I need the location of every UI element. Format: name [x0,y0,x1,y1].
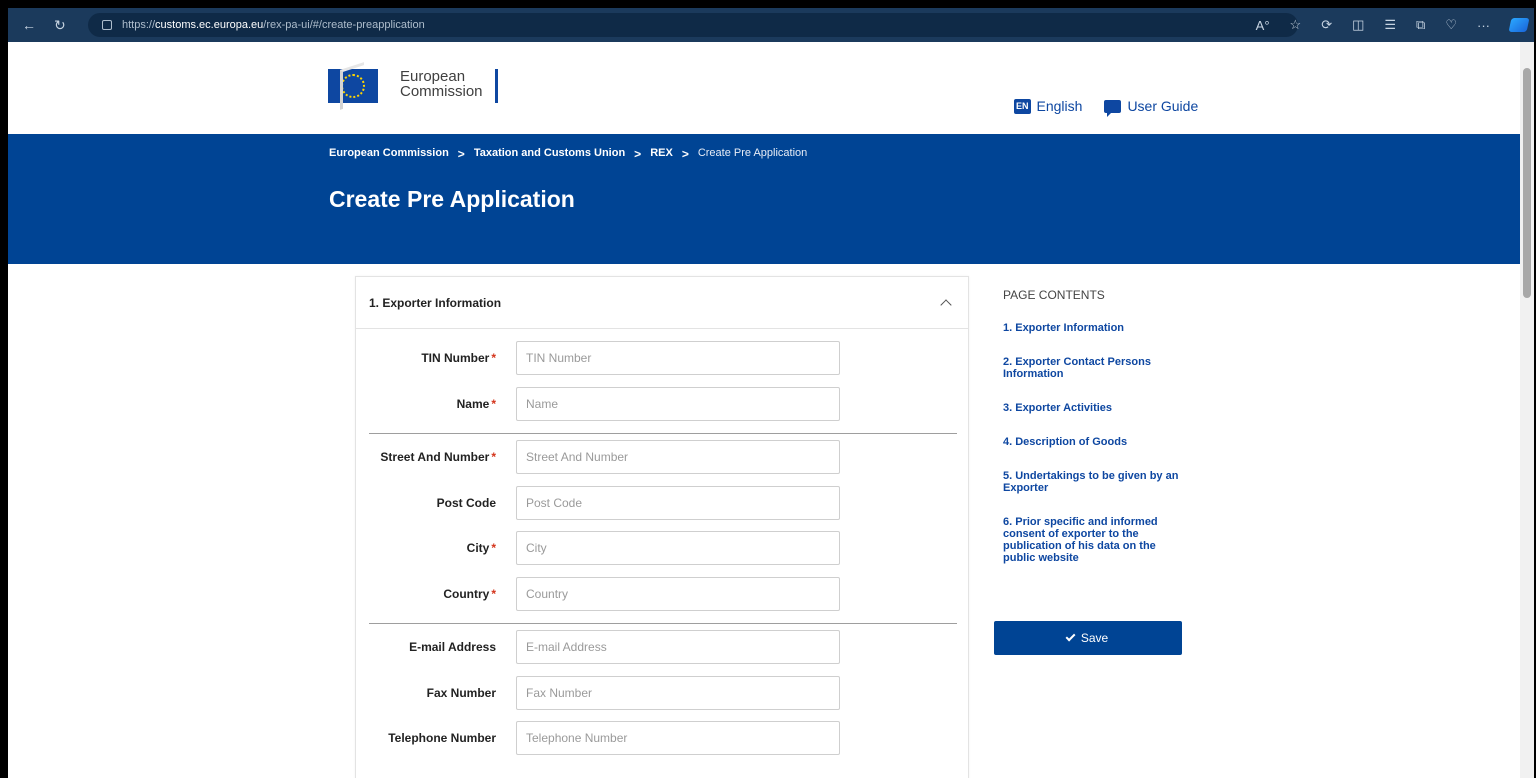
url-domain: customs.ec.europa.eu [155,19,264,31]
fax-number-input[interactable] [516,676,840,710]
page-contents-heading: PAGE CONTENTS [1003,288,1105,302]
refresh-icon[interactable]: ↻ [54,8,66,42]
browser-window: ← ↻ https://customs.ec.europa.eu/rex-pa-… [8,8,1534,778]
back-icon[interactable]: ← [22,8,36,42]
form-row-email: E-mail Address [356,630,970,664]
copilot-icon[interactable] [1508,18,1530,32]
divider [369,433,957,434]
field-label: Name * [456,397,496,411]
language-icon: EN [1014,98,1031,114]
form-row-fax: Fax Number [356,676,970,710]
extensions-icon[interactable]: ⟳ [1321,17,1332,33]
page-contents-link[interactable]: 1. Exporter Information [1003,322,1188,334]
url-path: /rex-pa-ui/#/create-preapplication [263,19,425,31]
form-row-city: City * [356,531,970,565]
collections-icon[interactable]: ⧉ [1416,17,1425,33]
chevron-up-icon[interactable] [940,299,952,311]
page-contents-link[interactable]: 6. Prior specific and informed consent o… [1003,516,1188,564]
user-guide-link[interactable]: User Guide [1104,98,1199,117]
post-code-input[interactable] [516,486,840,520]
vertical-scrollbar[interactable] [1520,42,1534,778]
breadcrumb: European Commission > Taxation and Custo… [329,147,808,161]
email-address-input[interactable] [516,630,840,664]
exporter-information-section: 1. Exporter Information TIN Number* Name… [355,276,969,778]
field-label: E-mail Address [409,640,496,654]
divider [369,623,957,624]
page-title: Create Pre Application [329,186,575,212]
language-selector[interactable]: EN English [1014,98,1082,114]
breadcrumb-current: Create Pre Application [697,147,808,159]
favorite-star-icon[interactable]: ☆ [1290,17,1302,33]
section-title: 1. Exporter Information [369,295,502,310]
form-row-tin: TIN Number * [356,341,970,375]
split-screen-icon[interactable]: ◫ [1352,17,1364,33]
scrollbar-thumb[interactable] [1523,68,1531,298]
field-label: Telephone Number [388,731,496,745]
more-menu-icon[interactable]: ··· [1477,18,1490,33]
field-label: Street And Number * [380,450,496,464]
url-prefix: https:// [122,19,156,31]
language-label: English [1036,98,1083,114]
country-input[interactable] [516,577,840,611]
ec-logo[interactable]: European Commission [328,62,498,110]
field-label: Fax Number [426,686,496,700]
telephone-number-input[interactable] [516,721,840,755]
section-header[interactable]: 1. Exporter Information [356,277,968,329]
field-label: TIN Number * [421,351,496,365]
form-row-country: Country * [356,577,970,611]
speech-bubble-icon [1104,99,1122,117]
save-label: Save [1080,631,1109,645]
page-contents-link[interactable]: 5. Undertakings to be given by an Export… [1003,470,1188,494]
form-row-name: Name * [356,387,970,421]
field-label: Country * [443,587,496,601]
logo-text: European Commission [400,69,498,103]
checkmark-icon [1065,631,1076,642]
field-label: Post Code [436,496,496,510]
user-guide-label: User Guide [1127,98,1199,114]
favorites-list-icon[interactable]: ☰ [1384,17,1396,33]
breadcrumb-link-rex[interactable]: REX [650,147,673,161]
form-row-street: Street And Number * [356,440,970,474]
address-bar[interactable]: https://customs.ec.europa.eu/rex-pa-ui/#… [88,13,1298,37]
breadcrumb-link-ec[interactable]: European Commission [329,147,449,161]
tin-number-input[interactable] [516,341,840,375]
read-aloud-icon[interactable]: A° [1256,18,1270,33]
field-label: City * [466,541,496,555]
page-contents-nav: PAGE CONTENTS 1. Exporter Information 2.… [1003,288,1188,586]
browser-toolbar: ← ↻ https://customs.ec.europa.eu/rex-pa-… [8,8,1534,42]
street-and-number-input[interactable] [516,440,840,474]
page-contents-link[interactable]: 3. Exporter Activities [1003,402,1188,414]
form-row-postcode: Post Code [356,486,970,520]
site-header: European Commission EN English User Guid… [8,42,1520,134]
breadcrumb-link-taxud[interactable]: Taxation and Customs Union [474,147,625,161]
name-input[interactable] [516,387,840,421]
city-input[interactable] [516,531,840,565]
save-button[interactable]: Save [994,621,1182,655]
lock-icon [102,20,112,30]
form-row-telephone: Telephone Number [356,721,970,755]
page-contents-link[interactable]: 4. Description of Goods [1003,436,1188,448]
page-contents-link[interactable]: 2. Exporter Contact Persons Information [1003,356,1188,380]
performance-icon[interactable]: ♡ [1445,17,1457,33]
page-banner: European Commission > Taxation and Custo… [8,134,1520,264]
